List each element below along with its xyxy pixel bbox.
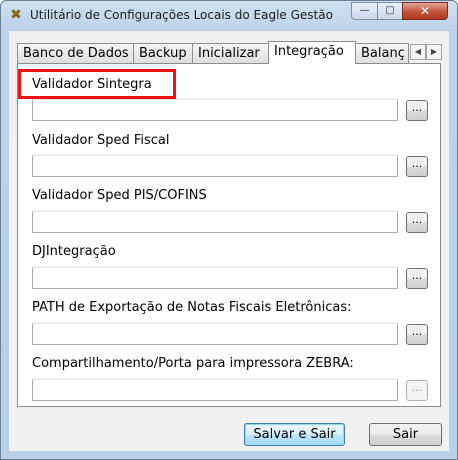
- window-title: Utilitário de Configurações Locais do Ea…: [30, 8, 333, 22]
- djintegracao-browse-button[interactable]: ...: [406, 268, 428, 289]
- validador-sped-fiscal-label: Validador Sped Fiscal: [32, 133, 170, 148]
- tab-integracao[interactable]: Integração: [268, 41, 356, 64]
- validador-sped-pis-cofins-field[interactable]: [32, 211, 398, 233]
- save-and-exit-button[interactable]: Salvar e Sair: [244, 423, 345, 446]
- tools-icon: ✖: [10, 7, 22, 23]
- path-exportacao-nfe-label: PATH de Exportação de Notas Fiscais Elet…: [32, 300, 352, 315]
- validador-sped-pis-cofins-browse-button[interactable]: ...: [406, 212, 428, 233]
- tab-banco-de-dados[interactable]: Banco de Dados: [17, 43, 134, 63]
- app-window: ✖ Utilitário de Configurações Locais do …: [0, 0, 458, 460]
- maximize-button[interactable]: □: [377, 2, 403, 20]
- tab-scroll-left-icon[interactable]: ◀: [410, 44, 426, 60]
- close-button[interactable]: ✕: [402, 2, 448, 20]
- tab-balanca[interactable]: Balanç: [355, 43, 409, 63]
- validador-sintegra-field[interactable]: [32, 99, 398, 121]
- tab-strip: Banco de Dados Backup Inicializar Integr…: [17, 41, 442, 64]
- title-bar[interactable]: ✖ Utilitário de Configurações Locais do …: [1, 1, 457, 31]
- integracao-panel: Validador Sintegra ... Validador Sped Fi…: [17, 63, 441, 407]
- validador-sintegra-browse-button[interactable]: ...: [406, 100, 428, 121]
- tab-backup[interactable]: Backup: [133, 43, 193, 63]
- minimize-button[interactable]: —: [351, 2, 378, 20]
- path-exportacao-nfe-field[interactable]: [32, 323, 398, 345]
- tab-inicializar[interactable]: Inicializar: [192, 43, 269, 63]
- validador-sped-fiscal-field[interactable]: [32, 155, 398, 177]
- path-exportacao-nfe-browse-button[interactable]: ...: [406, 324, 428, 345]
- djintegracao-field[interactable]: [32, 267, 398, 289]
- impressora-zebra-field[interactable]: [32, 379, 398, 401]
- impressora-zebra-label: Compartilhamento/Porta para impressora Z…: [32, 356, 354, 371]
- exit-button[interactable]: Sair: [369, 423, 442, 446]
- validador-sped-fiscal-browse-button[interactable]: ...: [406, 156, 428, 177]
- highlight-box: [18, 69, 176, 99]
- impressora-zebra-browse-button: ...: [406, 380, 428, 401]
- validador-sped-pis-cofins-label: Validador Sped PIS/COFINS: [32, 188, 207, 203]
- tab-scroll-right-icon[interactable]: ▶: [426, 44, 442, 60]
- djintegracao-label: DJIntegração: [32, 244, 116, 259]
